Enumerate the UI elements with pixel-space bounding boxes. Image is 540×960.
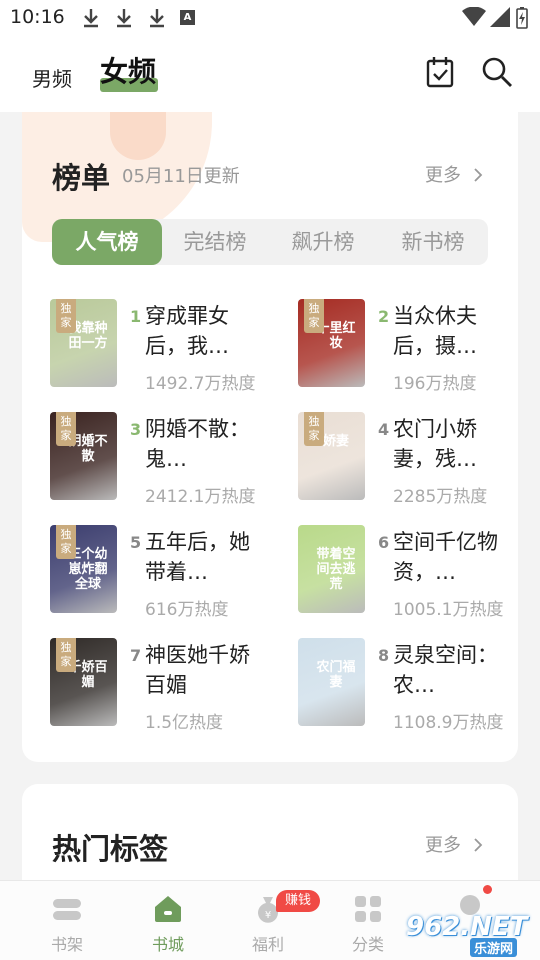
- book-title: 阴婚不散：鬼…: [145, 417, 250, 471]
- search-icon[interactable]: [481, 56, 513, 88]
- notification-dot: [483, 885, 492, 894]
- book-item[interactable]: 我靠种田一方 独家 1 穿成罪女后，我… 1492.7万热度: [50, 299, 290, 399]
- book-heat: 1492.7万热度: [145, 374, 256, 394]
- nav-label: 福利: [251, 935, 284, 954]
- book-item[interactable]: 带着空间去逃荒 6 空间千亿物资，… 1005.1万热度: [298, 525, 518, 625]
- tags-more-link[interactable]: 更多: [425, 831, 483, 857]
- tab-female-label: 女频: [100, 55, 157, 88]
- exclusive-badge: 独家: [304, 299, 324, 333]
- book-title: 空间千亿物资，…: [393, 530, 498, 584]
- nav-label: 书架: [50, 935, 83, 954]
- chevron-right-icon: [474, 838, 483, 852]
- book-heat: 616万热度: [145, 600, 229, 620]
- book-cover: 十里红妆 独家: [298, 299, 365, 387]
- book-heat: 196万热度: [393, 374, 477, 394]
- watermark-logo: 962.NET 乐游网: [400, 910, 540, 958]
- more-label: 更多: [425, 165, 461, 186]
- battery-icon: [516, 7, 528, 29]
- book-item[interactable]: 千娇百媚 独家 7 神医她千娇百媚 1.5亿热度: [50, 638, 290, 738]
- category-grid-icon: [355, 896, 381, 922]
- nav-bookstore[interactable]: 书城: [138, 893, 198, 957]
- book-heat: 2285万热度: [393, 487, 488, 507]
- bookshelf-icon: [53, 899, 81, 920]
- book-cover: 阴婚不散 独家: [50, 412, 117, 500]
- book-title: 五年后，她带着…: [145, 530, 250, 584]
- earn-badge: 赚钱: [276, 890, 320, 912]
- book-cover: 千娇百媚 独家: [50, 638, 117, 726]
- book-cover: 我靠种田一方 独家: [50, 299, 117, 387]
- exclusive-badge: 独家: [304, 412, 324, 446]
- cover-title: 带着空间去逃荒: [316, 547, 356, 592]
- book-cover: 三个幼崽炸翻全球 独家: [50, 525, 117, 613]
- rank-number: 7: [130, 646, 142, 665]
- rank-number: 2: [378, 307, 390, 326]
- book-item[interactable]: 三个幼崽炸翻全球 独家 5 五年后，她带着… 616万热度: [50, 525, 290, 625]
- book-cover: 带着空间去逃荒: [298, 525, 365, 613]
- book-heat: 1.5亿热度: [145, 713, 224, 733]
- chevron-right-icon: [474, 168, 483, 182]
- exclusive-badge: 独家: [56, 525, 76, 559]
- download-icon: [150, 9, 164, 28]
- signal-icon: [490, 7, 510, 27]
- tab-completed[interactable]: 完结榜: [162, 219, 268, 265]
- exclusive-badge: 独家: [56, 299, 76, 333]
- more-label: 更多: [425, 835, 461, 856]
- ranking-tabs: 人气榜 完结榜 飙升榜 新书榜: [52, 219, 488, 265]
- rank-number: 8: [378, 646, 390, 665]
- book-title: 农门小娇妻，残…: [393, 417, 477, 471]
- checkin-calendar-icon[interactable]: [426, 56, 454, 88]
- book-item[interactable]: 娇妻 独家 4 农门小娇妻，残… 2285万热度: [298, 412, 518, 512]
- rank-number: 1: [130, 307, 142, 326]
- book-title: 穿成罪女后，我…: [145, 304, 229, 358]
- nav-label: 书城: [151, 935, 184, 954]
- status-bar: 10:16 A: [0, 0, 540, 36]
- exclusive-badge: 独家: [56, 638, 76, 672]
- ranking-title: 榜单: [52, 161, 111, 195]
- book-heat: 2412.1万热度: [145, 487, 256, 507]
- download-icon: [84, 9, 98, 28]
- nav-category[interactable]: 分类: [338, 893, 398, 957]
- tab-rising[interactable]: 飙升榜: [268, 219, 378, 265]
- rank-number: 4: [378, 420, 390, 439]
- tab-popular[interactable]: 人气榜: [52, 219, 162, 265]
- ranking-card: 榜单 05月11日更新 更多 人气榜 完结榜 飙升榜 新书榜 我靠种田一方 独家 1…: [22, 112, 518, 762]
- download-icon: [117, 9, 131, 28]
- nav-label: 分类: [351, 935, 384, 954]
- notification-a-icon: A: [180, 10, 195, 25]
- hot-tags-title: 热门标签: [52, 832, 169, 866]
- book-title: 当众休夫后，摄…: [393, 304, 477, 358]
- rank-number: 6: [378, 533, 390, 552]
- exclusive-badge: 独家: [56, 412, 76, 446]
- home-icon: [155, 896, 181, 922]
- tab-male[interactable]: 男频: [32, 63, 72, 92]
- book-cover: 娇妻 独家: [298, 412, 365, 500]
- tab-new[interactable]: 新书榜: [378, 219, 488, 265]
- book-title: 灵泉空间：农…: [393, 643, 498, 697]
- rank-number: 3: [130, 420, 142, 439]
- book-heat: 1108.9万热度: [393, 713, 504, 733]
- rank-number: 5: [130, 533, 142, 552]
- book-cover: 农门福妻: [298, 638, 365, 726]
- book-item[interactable]: 阴婚不散 独家 3 阴婚不散：鬼… 2412.1万热度: [50, 412, 290, 512]
- cover-title: 农门福妻: [316, 660, 356, 690]
- book-title: 神医她千娇百媚: [145, 643, 250, 697]
- watermark-sub: 乐游网: [470, 938, 518, 957]
- book-item[interactable]: 十里红妆 独家 2 当众休夫后，摄… 196万热度: [298, 299, 518, 399]
- ranking-update-date: 05月11日更新: [122, 166, 240, 187]
- tab-female[interactable]: 女频: [100, 50, 158, 92]
- ranking-more-link[interactable]: 更多: [425, 161, 483, 187]
- nav-bookshelf[interactable]: 书架: [37, 893, 97, 957]
- svg-text:¥: ¥: [265, 910, 271, 921]
- book-heat: 1005.1万热度: [393, 600, 504, 620]
- book-item[interactable]: 农门福妻 8 灵泉空间：农… 1108.9万热度: [298, 638, 518, 738]
- wifi-icon: [462, 7, 486, 26]
- top-header: 男频 女频: [0, 36, 540, 112]
- status-time: 10:16: [10, 6, 65, 28]
